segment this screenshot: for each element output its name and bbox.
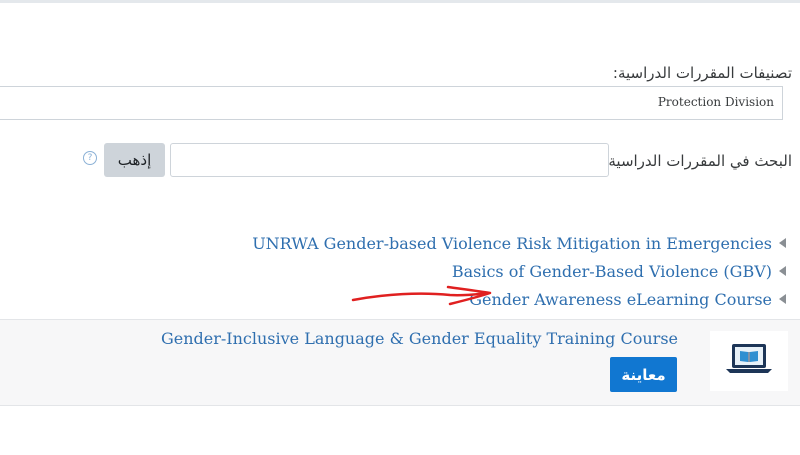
course-link-gbv-basics[interactable]: Basics of Gender-Based Violence (GBV) bbox=[452, 262, 772, 281]
annotation-arrow-icon bbox=[351, 285, 492, 306]
collapsed-caret-icon[interactable] bbox=[779, 238, 786, 248]
help-icon[interactable]: ? bbox=[83, 151, 97, 165]
top-border bbox=[0, 0, 800, 3]
course-image[interactable] bbox=[710, 331, 788, 391]
search-courses-input[interactable] bbox=[170, 143, 609, 177]
search-go-button[interactable]: إذهب bbox=[104, 143, 165, 177]
course-link-gbv-risk-mitigation[interactable]: UNRWA Gender-based Violence Risk Mitigat… bbox=[252, 234, 772, 253]
laptop-book-icon bbox=[710, 331, 788, 391]
course-category-selected[interactable]: Protection Division bbox=[658, 95, 774, 109]
search-courses-label: البحث في المقررات الدراسية bbox=[608, 152, 792, 170]
course-link-gender-awareness[interactable]: Gender Awareness eLearning Course bbox=[469, 290, 772, 309]
collapsed-caret-icon[interactable] bbox=[779, 266, 786, 276]
preview-button[interactable]: معاينة bbox=[610, 357, 677, 392]
course-categories-label: تصنيفات المقررات الدراسية: bbox=[612, 64, 792, 82]
featured-course-title[interactable]: Gender-Inclusive Language & Gender Equal… bbox=[161, 329, 678, 348]
collapsed-caret-icon[interactable] bbox=[779, 294, 786, 304]
